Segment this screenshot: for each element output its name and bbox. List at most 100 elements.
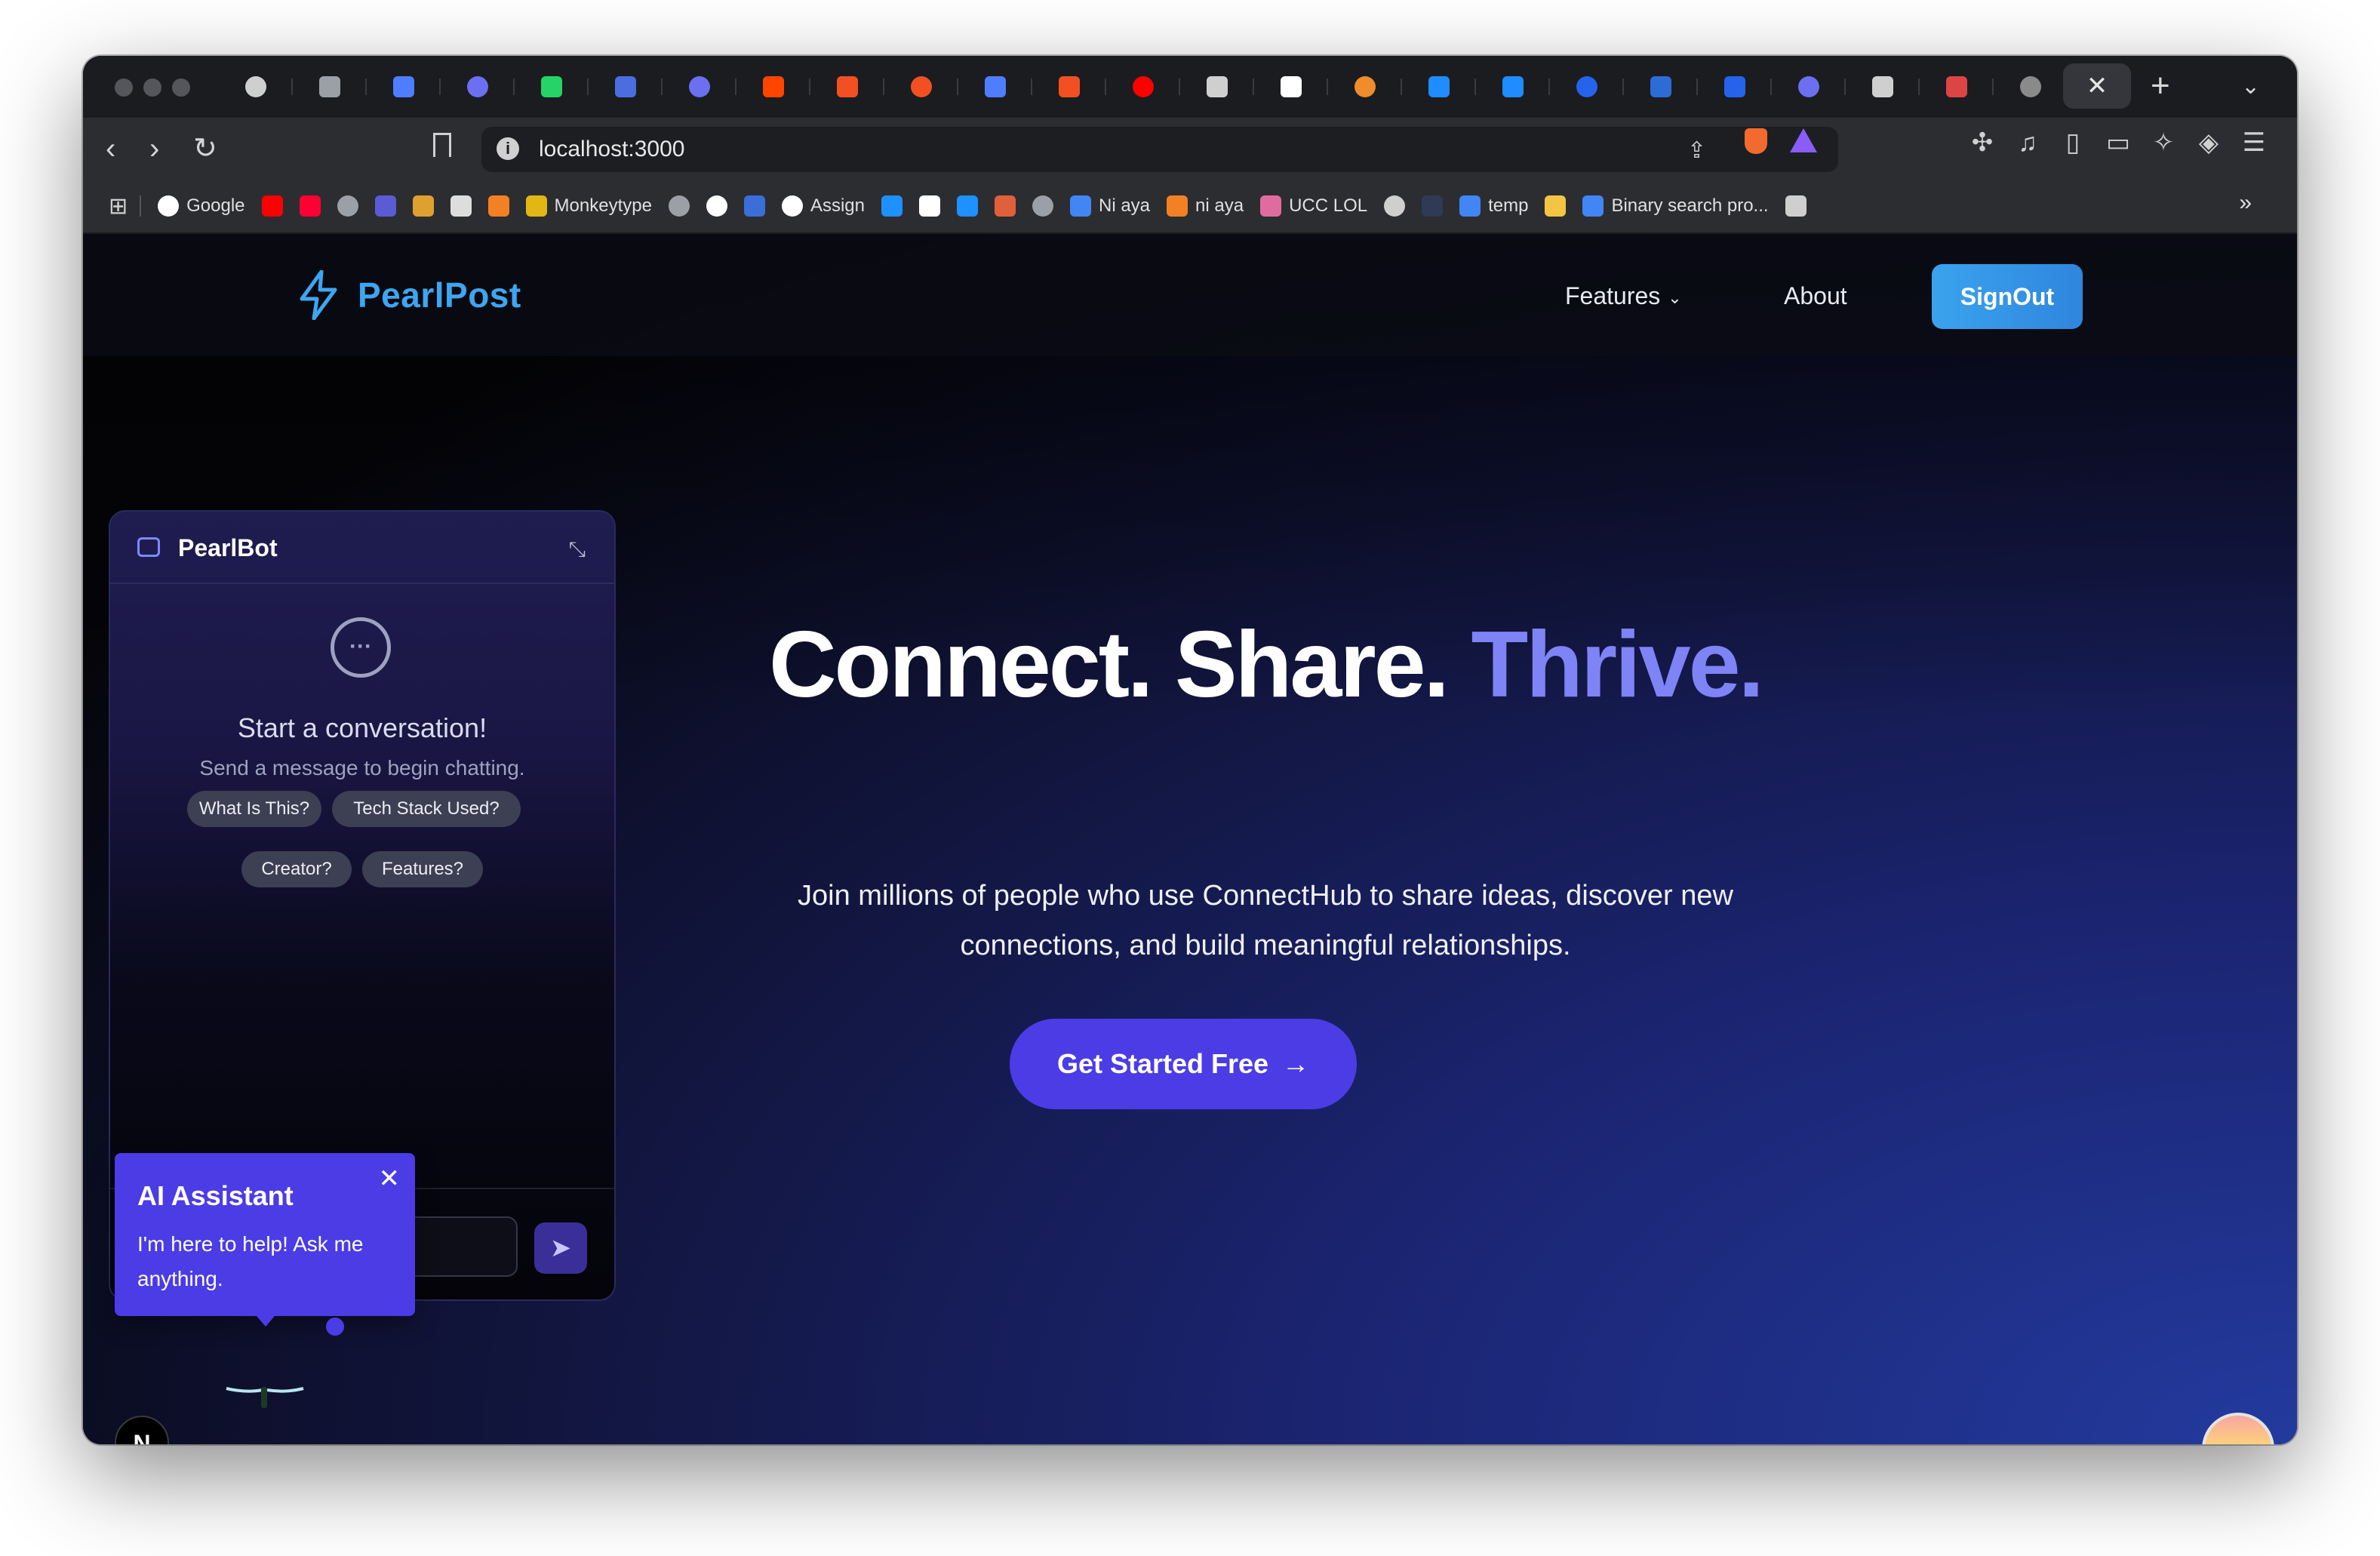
- get-started-button[interactable]: Get Started Free →: [1010, 1019, 1357, 1109]
- bookmark-item[interactable]: [1545, 195, 1567, 217]
- menu-icon[interactable]: ☰: [2241, 130, 2267, 155]
- close-window-button[interactable]: [115, 78, 133, 97]
- chip-creator[interactable]: Creator?: [241, 851, 352, 887]
- browser-tab[interactable]: [589, 69, 663, 104]
- extensions-icon[interactable]: ✣: [1969, 130, 1995, 155]
- bookmark-item[interactable]: [706, 195, 727, 217]
- features-menu[interactable]: Features ⌄: [1565, 282, 1682, 310]
- vpn-icon[interactable]: ◈: [2196, 130, 2222, 155]
- browser-tab[interactable]: [293, 69, 367, 104]
- bookmark-item[interactable]: [450, 195, 472, 217]
- bookmark-item[interactable]: [1384, 195, 1406, 217]
- send-icon[interactable]: ➤: [534, 1222, 587, 1274]
- wallet-icon[interactable]: ▭: [2105, 130, 2131, 155]
- browser-tab[interactable]: [441, 69, 515, 104]
- browser-tab[interactable]: [1180, 69, 1254, 104]
- bookmark-item[interactable]: temp: [1459, 195, 1528, 217]
- bookmark-item[interactable]: [918, 195, 940, 217]
- browser-tab[interactable]: [1846, 69, 1920, 104]
- bookmark-item[interactable]: [374, 195, 396, 217]
- page-viewport: PearlPost Features ⌄ About SignOut Connec…: [83, 234, 2297, 1444]
- bookmark-item[interactable]: [487, 195, 509, 217]
- active-tab[interactable]: ✕: [2063, 63, 2131, 109]
- browser-tab[interactable]: [1328, 69, 1402, 104]
- browser-tab[interactable]: [1402, 69, 1476, 104]
- bookmark-item[interactable]: Ni aya: [1069, 195, 1150, 217]
- bookmark-item[interactable]: Google: [158, 195, 245, 217]
- browser-tab[interactable]: [810, 69, 884, 104]
- signout-button[interactable]: SignOut: [1932, 264, 2083, 329]
- bookmark-item[interactable]: [412, 195, 434, 217]
- message-icon: ···: [331, 617, 391, 678]
- share-icon[interactable]: ⇪: [1687, 137, 1706, 164]
- url-text[interactable]: localhost:3000: [539, 136, 684, 163]
- bookmark-page-icon[interactable]: [433, 133, 451, 157]
- tab-favicon-icon: [763, 76, 784, 97]
- zoom-window-button[interactable]: [172, 78, 190, 97]
- bookmark-item[interactable]: Monkeytype: [525, 195, 652, 217]
- browser-tab[interactable]: [1920, 69, 1994, 104]
- browser-tab[interactable]: [1624, 69, 1698, 104]
- browser-tab[interactable]: [1254, 69, 1328, 104]
- browser-tab[interactable]: [1476, 69, 1550, 104]
- dark-icon: [1422, 195, 1444, 217]
- browser-tab[interactable]: [1772, 69, 1846, 104]
- more-bookmarks-icon[interactable]: »: [2239, 190, 2252, 216]
- avatar[interactable]: [2202, 1413, 2274, 1444]
- browser-tab[interactable]: [219, 69, 293, 104]
- bookmark-item[interactable]: [299, 195, 321, 217]
- browser-tab[interactable]: [515, 69, 589, 104]
- forward-button[interactable]: ›: [149, 131, 159, 166]
- new-tab-button[interactable]: +: [2151, 65, 2170, 107]
- bookmark-item[interactable]: [261, 195, 283, 217]
- close-icon[interactable]: ✕: [379, 1164, 401, 1194]
- media-icon[interactable]: ♫: [2015, 130, 2040, 155]
- browser-tab[interactable]: [1994, 69, 2068, 104]
- bookmark-item[interactable]: [994, 195, 1016, 217]
- bookmark-item[interactable]: [668, 195, 690, 217]
- bookmark-item[interactable]: [1422, 195, 1444, 217]
- minimize-chat-icon[interactable]: ⤡: [569, 537, 586, 562]
- browser-tab[interactable]: [1106, 69, 1180, 104]
- browser-tab[interactable]: [663, 69, 736, 104]
- bookmark-item[interactable]: Assign: [781, 195, 865, 217]
- bookmark-item[interactable]: [1032, 195, 1053, 217]
- browser-tab[interactable]: [1698, 69, 1772, 104]
- bookmark-item[interactable]: [956, 195, 978, 217]
- browser-tab[interactable]: [1550, 69, 1624, 104]
- browser-tab[interactable]: [958, 69, 1032, 104]
- browser-tab[interactable]: [1032, 69, 1106, 104]
- browser-tab[interactable]: [736, 69, 810, 104]
- globe-icon: [1032, 195, 1053, 217]
- sidebar-icon[interactable]: ▯: [2060, 130, 2086, 155]
- browser-tab[interactable]: [367, 69, 441, 104]
- site-header: PearlPost Features ⌄ About SignOut: [83, 234, 2297, 356]
- chip-what-is-this[interactable]: What Is This?: [187, 791, 321, 827]
- bookmark-item[interactable]: [1785, 195, 1807, 217]
- hero-title-accent: Thrive.: [1471, 613, 1764, 717]
- minimize-window-button[interactable]: [143, 78, 161, 97]
- brave-shields-icon[interactable]: [1745, 128, 1767, 154]
- bookmark-item[interactable]: UCC LOL: [1260, 195, 1367, 217]
- bookmark-item[interactable]: Binary search pro...: [1582, 195, 1769, 217]
- close-tab-icon[interactable]: ✕: [2086, 71, 2108, 101]
- bookmark-item[interactable]: ni aya: [1167, 195, 1244, 217]
- chip-tech-stack[interactable]: Tech Stack Used?: [332, 791, 521, 827]
- site-info-icon[interactable]: i: [497, 137, 519, 160]
- leo-ai-icon[interactable]: ✧: [2151, 130, 2176, 155]
- bookmark-item[interactable]: [337, 195, 358, 217]
- tab-favicon-icon: [1872, 76, 1893, 97]
- reload-button[interactable]: ↻: [193, 131, 217, 166]
- back-button[interactable]: ‹: [106, 131, 115, 166]
- brave-rewards-icon[interactable]: [1790, 128, 1817, 152]
- site-logo[interactable]: PearlPost: [296, 270, 521, 320]
- address-bar[interactable]: i localhost:3000 ⇪: [481, 127, 1838, 172]
- bookmark-item[interactable]: [881, 195, 902, 217]
- bookmark-item[interactable]: [743, 195, 765, 217]
- chip-features[interactable]: Features?: [362, 851, 483, 887]
- apps-icon[interactable]: ⊞: [109, 193, 142, 220]
- browser-tab[interactable]: [884, 69, 958, 104]
- about-link[interactable]: About: [1784, 282, 1847, 310]
- nextjs-devtools-icon[interactable]: N: [115, 1416, 169, 1444]
- tab-search-button[interactable]: ⌄: [2241, 68, 2260, 106]
